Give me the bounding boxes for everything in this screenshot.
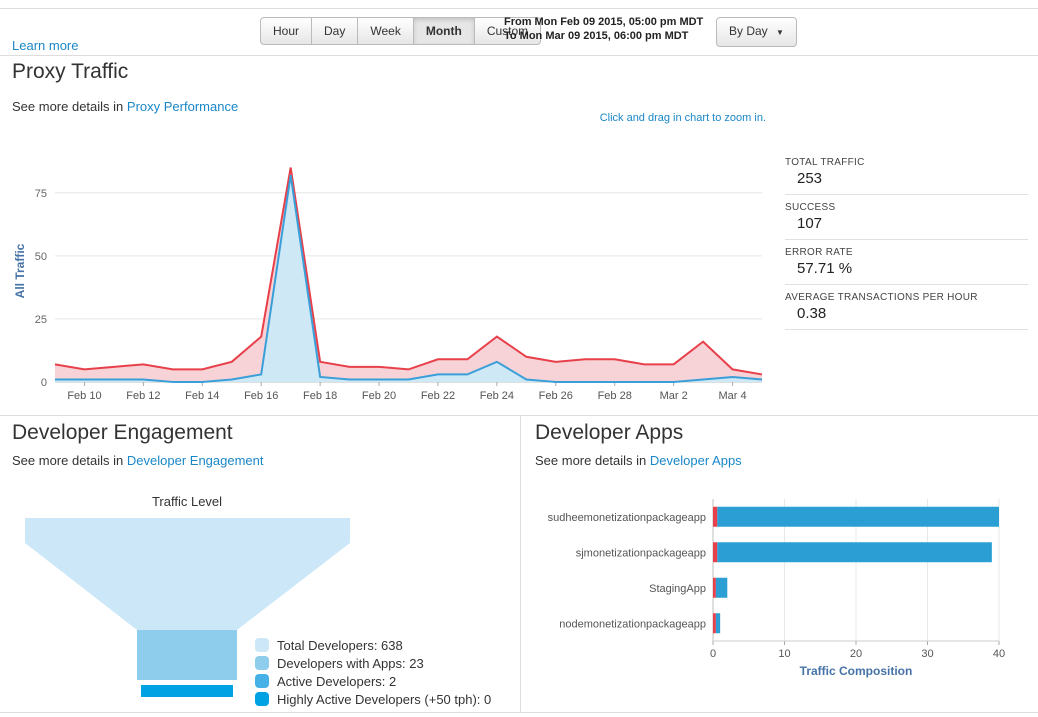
analytics-dashboard: Learn more Hour Day Week Month Custom Fr… (0, 0, 1038, 717)
svg-text:20: 20 (850, 648, 862, 660)
legend-swatch-icon (255, 674, 269, 688)
svg-text:Mar 2: Mar 2 (660, 390, 688, 402)
date-range-label: From Mon Feb 09 2015, 05:00 pm MDT To Mo… (504, 15, 703, 43)
time-range-month-button[interactable]: Month (412, 17, 475, 45)
svg-text:Feb 22: Feb 22 (421, 390, 455, 402)
legend-item-highly-active-developers: Highly Active Developers (+50 tph): 0 (255, 691, 491, 709)
stat-value: 0.38 (797, 305, 827, 322)
svg-text:nodemonetizationpackageapp: nodemonetizationpackageapp (559, 618, 706, 630)
learn-more-link[interactable]: Learn more (12, 38, 78, 53)
developer-apps-subtitle: See more details in Developer Apps (535, 453, 742, 468)
svg-text:75: 75 (35, 188, 47, 200)
bottom-divider (0, 712, 1038, 713)
stat-error-rate: ERROR RATE 57.71 % (785, 240, 1028, 285)
date-range-to: To Mon Mar 09 2015, 06:00 pm MDT (504, 30, 689, 42)
svg-text:Feb 16: Feb 16 (244, 390, 278, 402)
developer-apps-title: Developer Apps (535, 421, 684, 444)
svg-text:Feb 12: Feb 12 (126, 390, 160, 402)
caret-down-icon: ▼ (776, 28, 784, 37)
svg-text:sjmonetizationpackageapp: sjmonetizationpackageapp (576, 547, 706, 559)
time-range-week-button[interactable]: Week (357, 17, 414, 45)
proxy-performance-link[interactable]: Proxy Performance (127, 99, 238, 114)
legend-label: Developers with Apps: 23 (277, 656, 424, 671)
developer-engagement-subtitle-text: See more details in (12, 453, 124, 468)
proxy-traffic-subtitle-text: See more details in (12, 99, 124, 114)
svg-text:Feb 26: Feb 26 (539, 390, 573, 402)
top-divider (0, 8, 1038, 9)
svg-text:Mar 4: Mar 4 (718, 390, 746, 402)
stat-label: SUCCESS (785, 202, 836, 213)
proxy-traffic-stats-panel: TOTAL TRAFFIC 253 SUCCESS 107 ERROR RATE… (785, 150, 1028, 330)
svg-text:0: 0 (710, 648, 716, 660)
svg-text:25: 25 (35, 314, 47, 326)
stat-label: ERROR RATE (785, 247, 853, 258)
svg-text:All Traffic: All Traffic (13, 243, 27, 298)
developer-engagement-link[interactable]: Developer Engagement (127, 453, 264, 468)
svg-text:Feb 28: Feb 28 (598, 390, 632, 402)
developer-apps-chart: 0 10 20 30 40 sudheemonetizationpackageapp sjm… (548, 499, 1005, 678)
legend-label: Highly Active Developers (+50 tph): 0 (277, 692, 492, 707)
svg-text:Feb 10: Feb 10 (67, 390, 101, 402)
proxy-traffic-subtitle: See more details in Proxy Performance (12, 99, 238, 114)
time-range-button-group: Hour Day Week Month Custom (260, 17, 542, 45)
developer-engagement-subtitle: See more details in Developer Engagement (12, 453, 264, 468)
svg-text:Feb 20: Feb 20 (362, 390, 396, 402)
developer-engagement-title: Developer Engagement (12, 421, 233, 444)
proxy-traffic-title: Proxy Traffic (12, 60, 129, 83)
stat-label: AVERAGE TRANSACTIONS PER HOUR (785, 292, 978, 303)
legend-swatch-icon (255, 656, 269, 670)
stat-label: TOTAL TRAFFIC (785, 157, 865, 168)
developer-apps-link[interactable]: Developer Apps (650, 453, 742, 468)
time-range-hour-button[interactable]: Hour (260, 17, 313, 45)
legend-label: Total Developers: 638 (277, 638, 403, 653)
svg-text:10: 10 (778, 648, 790, 660)
legend-swatch-icon (255, 692, 269, 706)
svg-text:0: 0 (41, 377, 47, 389)
stat-value: 57.71 % (797, 260, 853, 277)
column-divider (520, 415, 521, 713)
group-by-dropdown[interactable]: By Day ▼ (716, 17, 797, 47)
developer-apps-subtitle-text: See more details in (535, 453, 647, 468)
svg-text:40: 40 (993, 648, 1005, 660)
stat-value: 253 (797, 170, 823, 187)
zoom-hint: Click and drag in chart to zoom in. (599, 112, 766, 124)
svg-text:Feb 14: Feb 14 (185, 390, 219, 402)
legend-item-developers-with-apps: Developers with Apps: 23 (255, 655, 491, 673)
header-divider (0, 55, 1038, 56)
svg-text:sudheemonetizationpackageapp: sudheemonetizationpackageapp (548, 512, 706, 524)
proxy-traffic-chart[interactable]: 0 25 50 75 Feb 10 Feb 12 Feb 14 Feb 16 Feb 18 Feb… (10, 140, 780, 412)
svg-text:StagingApp: StagingApp (649, 583, 706, 595)
stat-success: SUCCESS 107 (785, 195, 1028, 240)
date-range-from: From Mon Feb 09 2015, 05:00 pm MDT (504, 16, 704, 28)
stat-value: 107 (797, 215, 823, 232)
funnel-title: Traffic Level (151, 494, 223, 509)
legend-item-active-developers: Active Developers: 2 (255, 673, 491, 691)
legend-label: Active Developers: 2 (277, 674, 397, 689)
svg-text:30: 30 (921, 648, 933, 660)
stat-total-traffic: TOTAL TRAFFIC 253 (785, 150, 1028, 195)
svg-text:50: 50 (35, 251, 47, 263)
group-by-label: By Day (729, 24, 768, 38)
funnel-legend: Total Developers: 638 Developers with Ap… (255, 637, 491, 709)
stat-avg-tph: AVERAGE TRANSACTIONS PER HOUR 0.38 (785, 285, 1028, 330)
svg-text:Feb 24: Feb 24 (480, 390, 514, 402)
legend-swatch-icon (255, 638, 269, 652)
time-range-day-button[interactable]: Day (311, 17, 359, 45)
svg-text:Feb 18: Feb 18 (303, 390, 337, 402)
mid-divider (0, 415, 1038, 416)
svg-text:Traffic Composition: Traffic Composition (800, 664, 913, 678)
legend-item-total-developers: Total Developers: 638 (255, 637, 491, 655)
